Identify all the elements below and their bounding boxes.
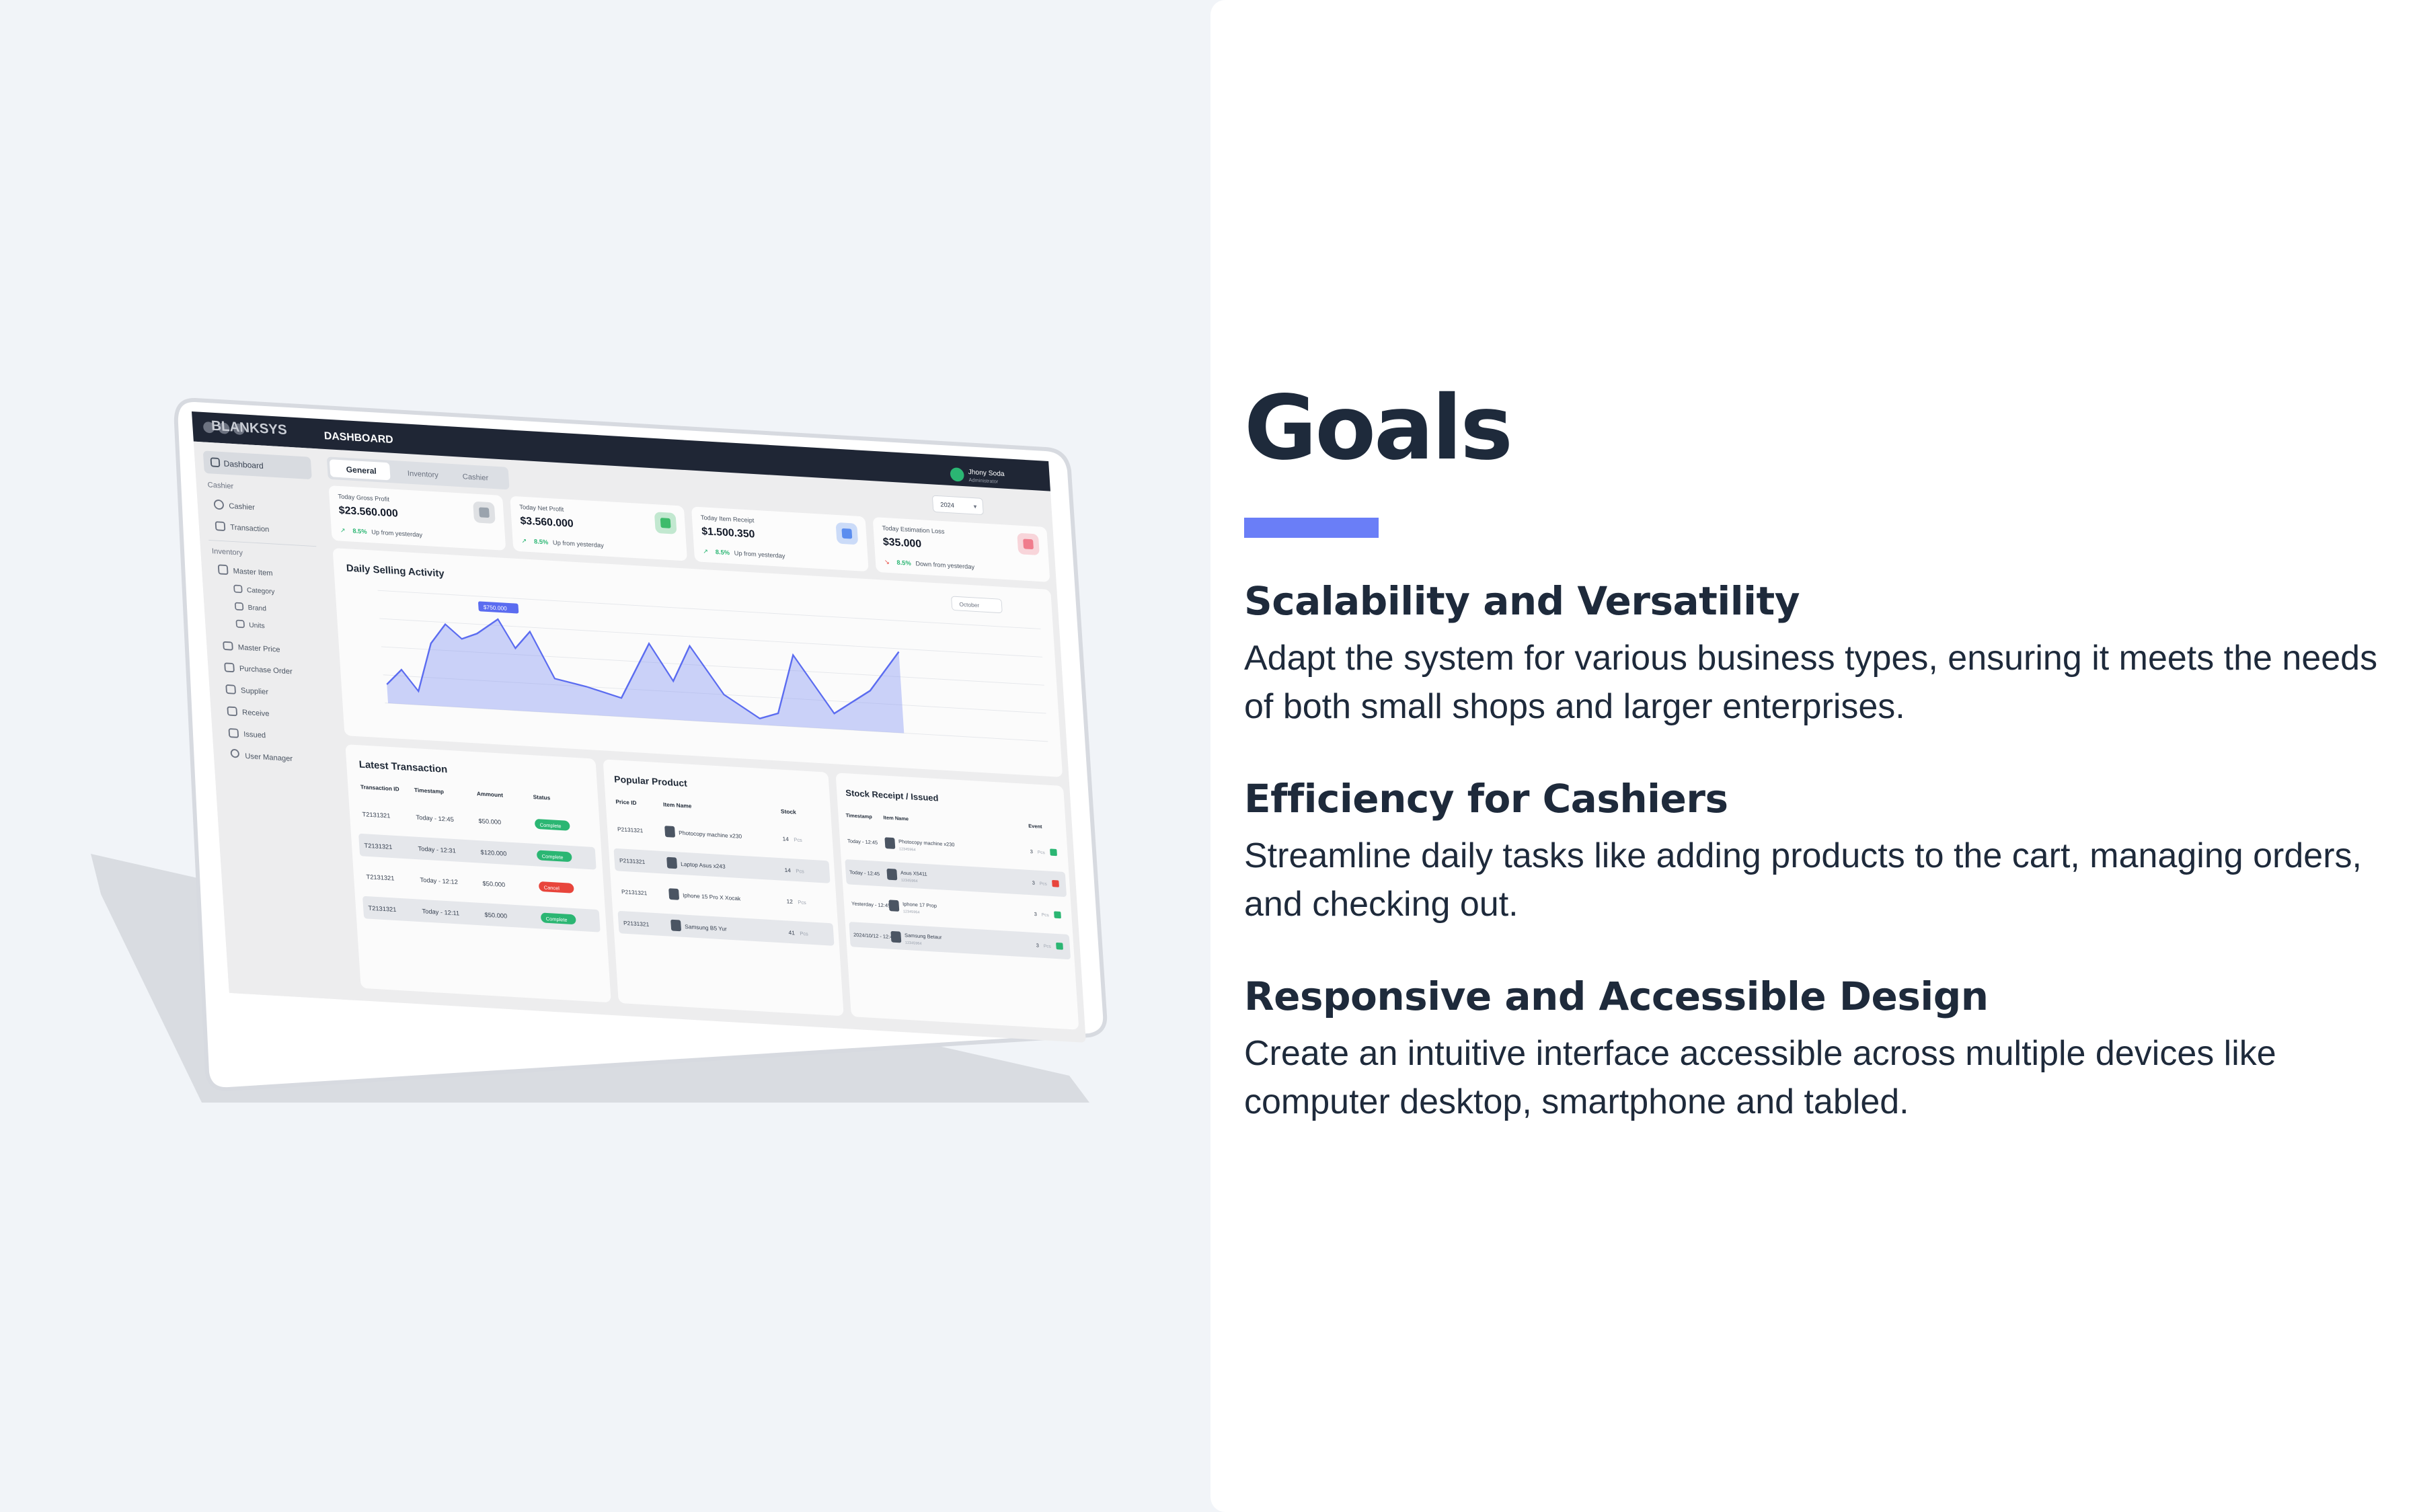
goal-heading: Scalability and Versatility — [1244, 578, 1800, 624]
product-stock: 14 — [782, 835, 789, 842]
trend-up-icon: ↗ — [703, 548, 708, 555]
trend-up-icon: ↗ — [521, 537, 527, 544]
mockup-panel: BLANKSYS DASHBOARD Jhony Soda Administra… — [0, 0, 1210, 1512]
stat-card: Today Gross Profit$23.560.000↗ 8.5% Up fro… — [329, 485, 506, 551]
goal-heading: Responsive and Accessible Design — [1244, 973, 1989, 1019]
sidebar-item-brand[interactable]: Brand — [247, 604, 266, 613]
column-header: Price ID — [615, 798, 637, 806]
goal-item: Responsive and Accessible Design Create … — [1244, 972, 2381, 1127]
stat-card: Today Net Profit$3.560.000↗ 8.5% Up from y… — [510, 496, 687, 561]
sidebar-item-units[interactable]: Units — [249, 622, 265, 630]
sidebar-item-receive[interactable]: Receive — [242, 709, 270, 718]
event-icon — [1050, 848, 1057, 857]
goal-description: Streamline daily tasks like adding produ… — [1244, 836, 2362, 924]
product-thumbnail — [666, 857, 677, 869]
stat-card: Today Estimation Loss$35.000↘ 8.5% Down fr… — [873, 517, 1050, 582]
goals-panel: Goals Scalability and Versatility Adapt … — [1210, 0, 2421, 1512]
sidebar-item-supplier[interactable]: Supplier — [241, 686, 269, 696]
month-select-value: October — [959, 601, 980, 609]
item-thumbnail — [890, 930, 902, 943]
column-header: Event — [1028, 823, 1042, 830]
product-stock: 41 — [788, 929, 795, 937]
status-label: Complete — [545, 916, 567, 923]
goal-description: Adapt the system for various business ty… — [1244, 638, 2378, 727]
item-qty: 3 — [1032, 880, 1035, 886]
goal-description: Create an intuitive interface accessible… — [1244, 1033, 2276, 1122]
stat-value: $35.000 — [882, 536, 921, 550]
column-header: Status — [533, 793, 551, 801]
item-qty: 3 — [1034, 911, 1037, 917]
trend-down-icon: ↘ — [884, 559, 890, 565]
box-icon — [660, 518, 671, 528]
stat-card: Today Item Receipt$1.500.350↗ 8.5% Up from… — [691, 506, 869, 571]
goal-item: Efficiency for Cashiers Streamline daily… — [1244, 774, 2381, 929]
stat-change: 8.5% — [352, 528, 368, 535]
product-unit: Pcs — [796, 868, 804, 875]
box-icon — [479, 507, 490, 518]
event-icon — [1054, 911, 1061, 919]
sidebar-item-cashier[interactable]: Cashier — [229, 502, 255, 512]
item-unit: Pcs — [1040, 881, 1048, 887]
item-unit: Pcs — [1042, 913, 1050, 918]
item-thumbnail — [886, 868, 898, 881]
goal-heading: Efficiency for Cashiers — [1244, 776, 1728, 822]
status-label: Cancel — [543, 884, 560, 891]
sidebar-item-issued[interactable]: Issued — [243, 731, 266, 740]
sidebar-section-cashier: Cashier — [207, 481, 233, 491]
product-stock: 12 — [786, 898, 793, 905]
tab-cashier[interactable]: Cashier — [462, 473, 488, 482]
transaction-amount: $50.000 — [484, 912, 507, 920]
box-icon — [841, 528, 853, 539]
event-icon — [1052, 879, 1059, 887]
item-unit: Pcs — [1038, 850, 1046, 856]
product-unit: Pcs — [798, 899, 806, 906]
transaction-amount: $50.000 — [482, 880, 505, 888]
page-title: Goals — [1244, 376, 1513, 480]
item-thumbnail — [888, 900, 900, 912]
latest-transaction-card — [345, 744, 611, 1002]
box-icon — [1023, 539, 1034, 550]
year-select-value: 2024 — [940, 502, 954, 509]
item-qty: 3 — [1036, 943, 1039, 949]
popular-product-card — [603, 759, 844, 1016]
stat-change: 8.5% — [534, 538, 549, 545]
column-header: Stock — [781, 808, 797, 815]
tab-general-label: General — [346, 465, 377, 476]
item-thumbnail — [884, 837, 896, 849]
dashboard-screen: BLANKSYS DASHBOARD Jhony Soda Administra… — [192, 411, 1086, 1043]
chart-tooltip-value: $750.000 — [484, 604, 508, 612]
product-thumbnail — [664, 826, 675, 838]
trend-up-icon: ↗ — [340, 527, 345, 534]
stat-change: 8.5% — [896, 559, 912, 567]
product-unit: Pcs — [794, 836, 802, 843]
event-icon — [1056, 942, 1063, 950]
status-label: Complete — [541, 853, 563, 861]
item-qty: 3 — [1030, 848, 1033, 854]
product-unit: Pcs — [800, 930, 808, 937]
product-thumbnail — [670, 919, 681, 932]
transaction-amount: $50.000 — [478, 818, 501, 826]
product-stock: 14 — [784, 867, 791, 874]
status-label: Complete — [539, 822, 561, 829]
title-accent-bar — [1244, 518, 1379, 538]
tablet-mockup: BLANKSYS DASHBOARD Jhony Soda Administra… — [91, 397, 1108, 1103]
item-unit: Pcs — [1044, 944, 1052, 949]
stat-change: 8.5% — [715, 549, 730, 556]
product-thumbnail — [668, 888, 679, 900]
goal-item: Scalability and Versatility Adapt the sy… — [1244, 577, 2381, 731]
